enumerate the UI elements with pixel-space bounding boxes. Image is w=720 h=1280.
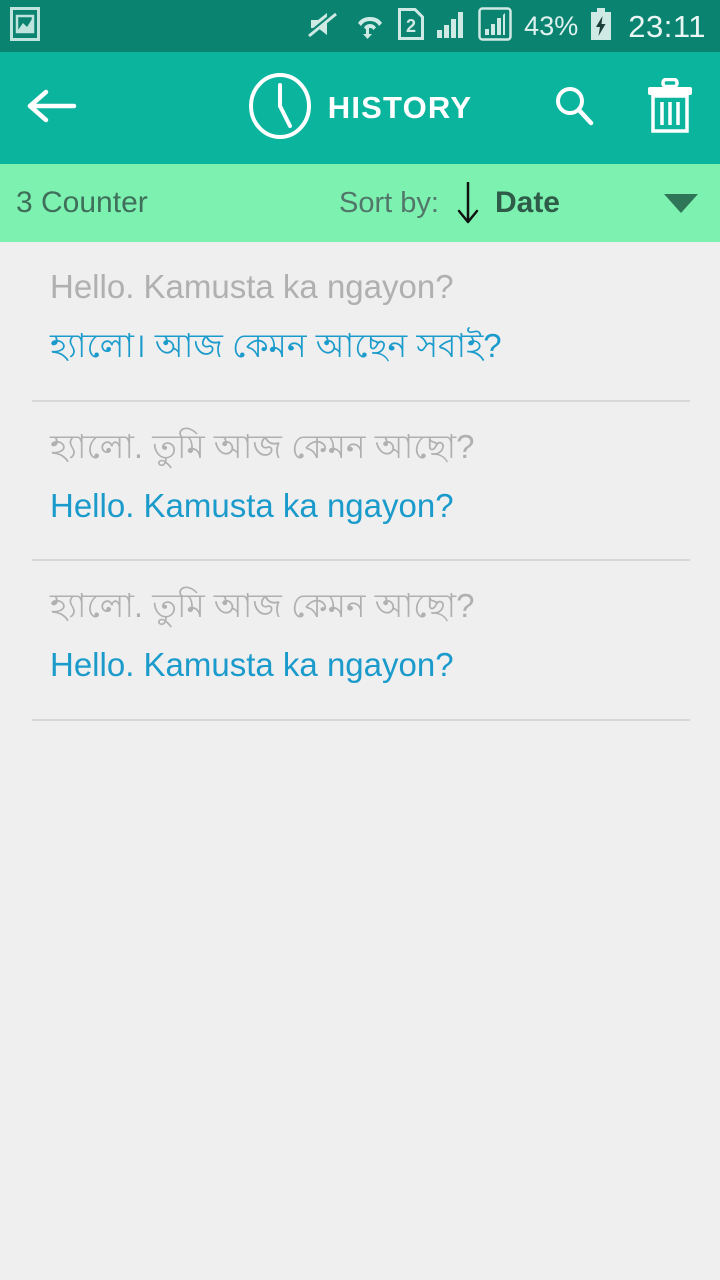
gallery-icon bbox=[10, 6, 40, 46]
signal-boxed-icon bbox=[478, 6, 512, 46]
back-button[interactable] bbox=[22, 79, 80, 137]
clock-icon bbox=[248, 72, 312, 145]
trash-icon bbox=[645, 77, 695, 139]
history-target-text: হ্যালো। আজ কেমন আছেন সবাই? bbox=[50, 326, 502, 364]
search-button[interactable] bbox=[546, 80, 602, 136]
sound-muted-icon bbox=[307, 9, 342, 44]
sort-value-label: Date bbox=[494, 186, 560, 219]
svg-text:2: 2 bbox=[406, 16, 416, 36]
back-arrow-icon bbox=[24, 86, 78, 131]
sort-by-label: Sort by: bbox=[339, 186, 439, 219]
wifi-icon bbox=[354, 8, 386, 45]
battery-charging-icon bbox=[590, 7, 612, 45]
list-divider bbox=[32, 719, 690, 722]
battery-percent-label: 43% bbox=[524, 10, 579, 41]
status-clock-label: 23:11 bbox=[628, 8, 706, 44]
page-title: HISTORY bbox=[327, 90, 473, 125]
history-list: Hello. Kamusta ka ngayon? হ্যালো। আজ কেম… bbox=[0, 242, 720, 1280]
arrow-down-icon[interactable] bbox=[455, 180, 481, 226]
status-bar-notifications bbox=[10, 6, 40, 46]
history-list-item[interactable]: হ্যালো. তুমি আজ কেমন আছো? Hello. Kamusta… bbox=[0, 402, 720, 544]
sort-control[interactable]: Sort by: Date bbox=[339, 180, 560, 226]
signal-bars-icon bbox=[436, 9, 466, 44]
sim-card-2-icon: 2 bbox=[398, 7, 425, 45]
status-bar: 2 43% 23:11 bbox=[0, 0, 720, 52]
counter-label: 3 Counter bbox=[16, 186, 148, 219]
status-bar-system-icons: 2 43% 23:11 bbox=[307, 6, 706, 46]
app-bar: HISTORY bbox=[0, 52, 720, 164]
history-source-text: হ্যালো. তুমি আজ কেমন আছো? bbox=[50, 427, 475, 465]
sort-bar: 3 Counter Sort by: Date bbox=[0, 164, 720, 242]
history-list-item[interactable]: হ্যালো. তুমি আজ কেমন আছো? Hello. Kamusta… bbox=[0, 561, 720, 703]
history-target-text: Hello. Kamusta ka ngayon? bbox=[50, 486, 454, 524]
history-target-text: Hello. Kamusta ka ngayon? bbox=[50, 646, 454, 684]
history-source-text: হ্যালো. তুমি আজ কেমন আছো? bbox=[50, 587, 475, 625]
history-source-text: Hello. Kamusta ka ngayon? bbox=[50, 268, 454, 305]
delete-all-button[interactable] bbox=[642, 77, 698, 139]
history-screen: 2 43% 23:11 HISTORY 3 Counter Sort by: D… bbox=[0, 0, 720, 1280]
chevron-down-icon[interactable] bbox=[664, 193, 698, 213]
app-bar-actions bbox=[546, 77, 698, 139]
search-icon bbox=[550, 82, 598, 135]
history-list-item[interactable]: Hello. Kamusta ka ngayon? হ্যালো। আজ কেম… bbox=[0, 242, 720, 384]
